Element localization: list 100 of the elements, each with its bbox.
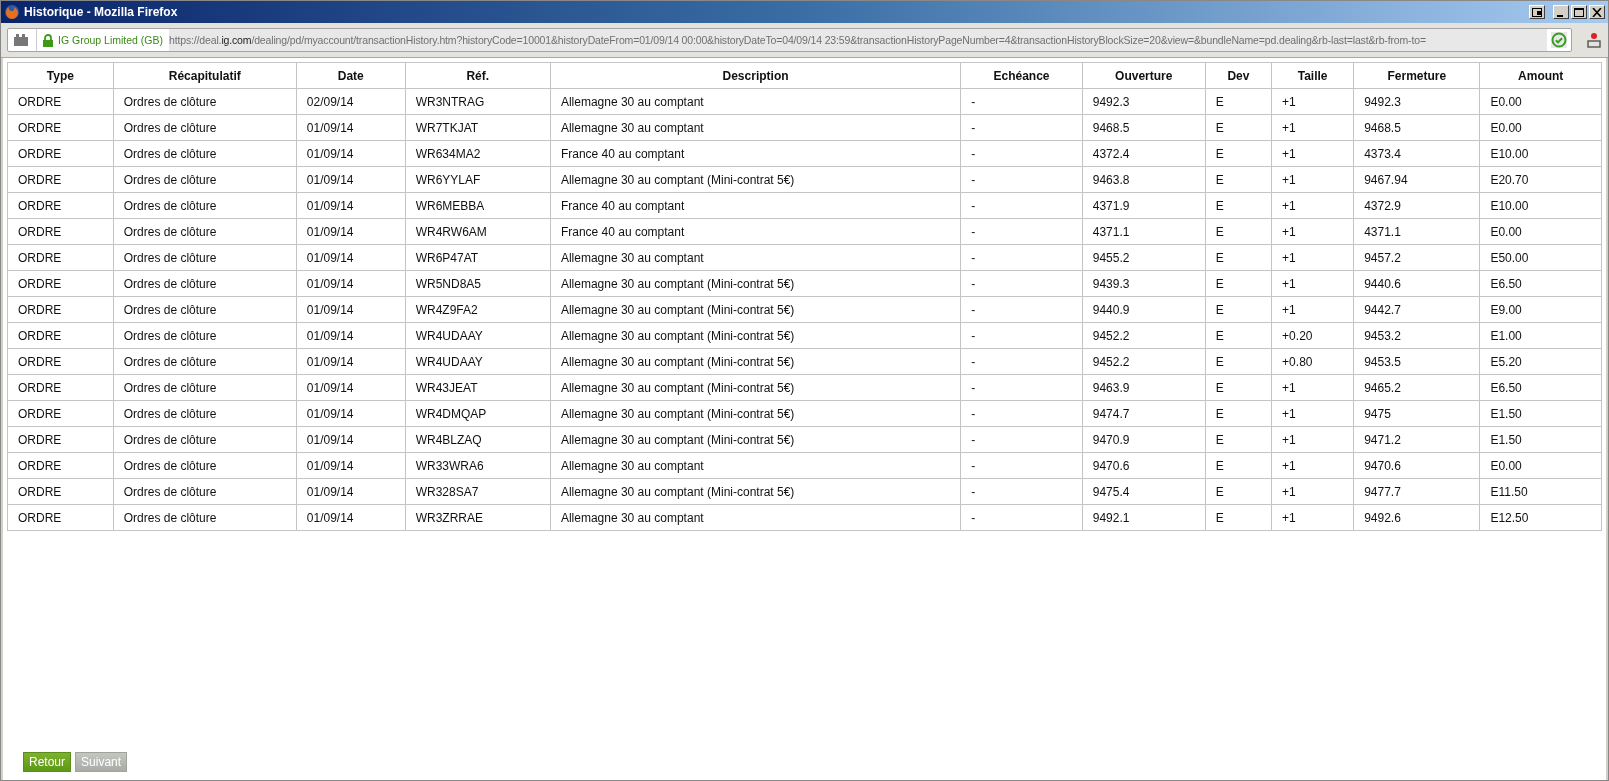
table-cell: 01/09/14 <box>296 322 406 349</box>
table-cell: +1 <box>1271 218 1354 245</box>
table-cell: 01/09/14 <box>296 140 406 167</box>
table-cell: E <box>1205 504 1272 531</box>
table-cell: WR4UDAAY <box>405 348 551 375</box>
table-cell: WR6P47AT <box>405 244 551 271</box>
table-cell: WR634MA2 <box>405 140 551 167</box>
table-cell: 01/09/14 <box>296 270 406 297</box>
table-cell: - <box>960 478 1083 505</box>
table-cell: 01/09/14 <box>296 114 406 141</box>
table-cell: ORDRE <box>7 140 114 167</box>
table-cell: Allemagne 30 au comptant <box>550 452 961 479</box>
minimize-icon[interactable] <box>1553 5 1569 19</box>
table-cell: Allemagne 30 au comptant (Mini-contrat 5€) <box>550 270 961 297</box>
table-cell: WR33WRA6 <box>405 452 551 479</box>
table-cell: 9468.5 <box>1082 114 1206 141</box>
table-cell: E10.00 <box>1479 140 1602 167</box>
table-cell: Ordres de clôture <box>113 166 297 193</box>
table-cell: Ordres de clôture <box>113 426 297 453</box>
table-cell: 01/09/14 <box>296 244 406 271</box>
table-cell: Allemagne 30 au comptant <box>550 504 961 531</box>
table-cell: ORDRE <box>7 374 114 401</box>
table-cell: +1 <box>1271 192 1354 219</box>
table-cell: E <box>1205 400 1272 427</box>
table-cell: 9463.9 <box>1082 374 1206 401</box>
maximize-icon[interactable] <box>1571 5 1587 19</box>
padlock-icon <box>43 33 53 47</box>
column-header: Ouverture <box>1082 62 1206 89</box>
close-icon[interactable] <box>1589 5 1605 19</box>
table-cell: 9470.6 <box>1353 452 1480 479</box>
table-cell: Allemagne 30 au comptant (Mini-contrat 5€) <box>550 166 961 193</box>
table-cell: 01/09/14 <box>296 296 406 323</box>
table-cell: +1 <box>1271 478 1354 505</box>
table-cell: 9457.2 <box>1353 244 1480 271</box>
table-cell: Ordres de clôture <box>113 400 297 427</box>
table-cell: Ordres de clôture <box>113 478 297 505</box>
table-cell: WR7TKJAT <box>405 114 551 141</box>
table-cell: 01/09/14 <box>296 166 406 193</box>
table-cell: E <box>1205 426 1272 453</box>
table-cell: 9440.6 <box>1353 270 1480 297</box>
table-cell: ORDRE <box>7 218 114 245</box>
table-cell: ORDRE <box>7 296 114 323</box>
table-cell: - <box>960 244 1083 271</box>
table-cell: Allemagne 30 au comptant (Mini-contrat 5€) <box>550 348 961 375</box>
table-cell: 9442.7 <box>1353 296 1480 323</box>
table-cell: 4371.1 <box>1353 218 1480 245</box>
table-cell: 9452.2 <box>1082 348 1206 375</box>
column-header: Description <box>550 62 961 89</box>
table-cell: France 40 au comptant <box>550 140 961 167</box>
table-cell: WR5ND8A5 <box>405 270 551 297</box>
table-cell: Allemagne 30 au comptant (Mini-contrat 5€) <box>550 296 961 323</box>
table-cell: WR3NTRAG <box>405 88 551 115</box>
table-cell: ORDRE <box>7 504 114 531</box>
table-cell: 4373.4 <box>1353 140 1480 167</box>
table-cell: E6.50 <box>1479 270 1602 297</box>
table-cell: WR4RW6AM <box>405 218 551 245</box>
table-cell: Allemagne 30 au comptant (Mini-contrat 5€) <box>550 322 961 349</box>
table-cell: 9492.1 <box>1082 504 1206 531</box>
table-cell: E0.00 <box>1479 88 1602 115</box>
table-cell: E5.20 <box>1479 348 1602 375</box>
table-cell: +1 <box>1271 270 1354 297</box>
table-cell: 9455.2 <box>1082 244 1206 271</box>
table-cell: WR328SA7 <box>405 478 551 505</box>
table-cell: +1 <box>1271 140 1354 167</box>
table-cell: Allemagne 30 au comptant (Mini-contrat 5€) <box>550 374 961 401</box>
window-restore-icon[interactable] <box>1529 5 1545 19</box>
table-cell: - <box>960 426 1083 453</box>
column-header: Réf. <box>405 62 551 89</box>
table-cell: 9477.7 <box>1353 478 1480 505</box>
nav-button[interactable]: Retour <box>23 752 72 772</box>
table-cell: E1.50 <box>1479 400 1602 427</box>
table-cell: +1 <box>1271 400 1354 427</box>
table-cell: E20.70 <box>1479 166 1602 193</box>
table-cell: ORDRE <box>7 114 114 141</box>
table-cell: 01/09/14 <box>296 374 406 401</box>
table-cell: +0.20 <box>1271 322 1354 349</box>
table-cell: ORDRE <box>7 166 114 193</box>
table-cell: - <box>960 114 1083 141</box>
toolbar-icon[interactable] <box>1586 32 1602 48</box>
table-cell: - <box>960 218 1083 245</box>
table-cell: 9467.94 <box>1353 166 1480 193</box>
table-cell: +1 <box>1271 244 1354 271</box>
table-cell: France 40 au comptant <box>550 192 961 219</box>
table-cell: 01/09/14 <box>296 426 406 453</box>
table-cell: WR6YYLAF <box>405 166 551 193</box>
table-cell: E <box>1205 114 1272 141</box>
table-cell: 01/09/14 <box>296 348 406 375</box>
table-cell: 01/09/14 <box>296 478 406 505</box>
table-cell: E <box>1205 322 1272 349</box>
table-cell: Ordres de clôture <box>113 218 297 245</box>
table-cell: 9439.3 <box>1082 270 1206 297</box>
column-header: Date <box>296 62 406 89</box>
table-cell: ORDRE <box>7 478 114 505</box>
table-cell: WR4UDAAY <box>405 322 551 349</box>
table-cell: ORDRE <box>7 192 114 219</box>
table-cell: Allemagne 30 au comptant <box>550 244 961 271</box>
table-cell: +1 <box>1271 504 1354 531</box>
column-header: Récapitulatif <box>113 62 297 89</box>
address-bar[interactable] <box>7 28 1572 52</box>
table-cell: 9492.6 <box>1353 504 1480 531</box>
